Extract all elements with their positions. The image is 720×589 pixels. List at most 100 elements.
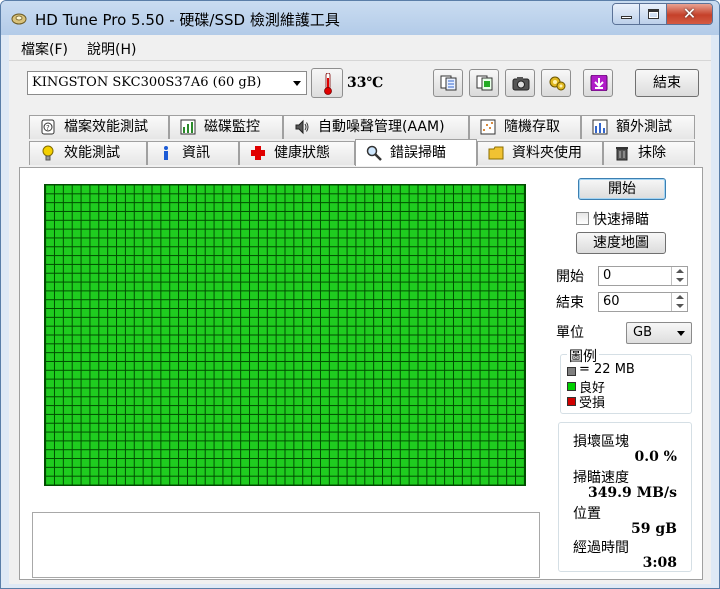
- scan-block-cell: [320, 414, 329, 423]
- scan-block-cell: [276, 256, 285, 264]
- copy-all-button[interactable]: [469, 69, 499, 97]
- scan-block-cell: [507, 194, 516, 203]
- scan-block-cell: [241, 476, 250, 485]
- scan-block-cell: [312, 423, 320, 432]
- scan-block-cell: [134, 459, 143, 467]
- scan-block-cell: [72, 361, 81, 370]
- scan-block-cell: [108, 256, 117, 264]
- scan-block-cell: [507, 238, 516, 247]
- scan-block-cell: [374, 335, 383, 344]
- tab-disk-monitor[interactable]: 磁碟監控: [169, 115, 283, 139]
- quick-scan-checkbox[interactable]: [576, 212, 589, 225]
- scan-block-cell: [418, 273, 427, 282]
- scan-block-cell: [250, 264, 258, 273]
- tab-folder-usage[interactable]: 資料夾使用: [477, 141, 603, 165]
- scan-log-box[interactable]: [32, 512, 540, 578]
- exit-button[interactable]: 結束: [635, 69, 699, 97]
- tab-extra-tests[interactable]: 額外測試: [581, 115, 695, 139]
- scan-block-cell: [312, 335, 320, 344]
- scan-block-cell: [303, 282, 312, 291]
- scan-block-cell: [134, 317, 143, 326]
- scan-block-cell: [329, 344, 338, 353]
- scan-speed-value: 349.9 MB/s: [587, 485, 677, 501]
- scan-block-cell: [223, 264, 232, 273]
- options-button[interactable]: [541, 69, 571, 97]
- scan-block-cell: [294, 211, 303, 220]
- tab-erase[interactable]: 抹除: [603, 141, 695, 165]
- scan-block-cell: [223, 194, 232, 203]
- scan-block-cell: [170, 220, 179, 229]
- scan-block-cell: [418, 326, 427, 335]
- start-position-input[interactable]: 0: [598, 266, 688, 286]
- start-scan-button[interactable]: 開始: [578, 178, 666, 200]
- scan-block-cell: [179, 256, 187, 264]
- title-bar[interactable]: HD Tune Pro 5.50 - 硬碟/SSD 檢測維護工具 ✕: [1, 1, 719, 35]
- tab-benchmark[interactable]: 效能測試: [29, 141, 147, 165]
- scan-block-cell: [374, 388, 383, 397]
- scan-block-cell: [161, 353, 170, 361]
- scan-block-cell: [391, 291, 400, 300]
- scan-block-cell: [462, 247, 471, 256]
- scan-block-cell: [445, 423, 453, 432]
- tab-file-benchmark[interactable]: ? 檔案效能測試: [29, 115, 169, 139]
- copy-info-button[interactable]: [433, 69, 463, 97]
- scan-block-cell: [90, 397, 99, 406]
- scan-block-cell: [391, 256, 400, 264]
- tab-aam[interactable]: 自動噪聲管理(AAM): [283, 115, 469, 139]
- scan-block-cell: [338, 379, 347, 388]
- scan-block-cell: [223, 203, 232, 211]
- tab-info[interactable]: 資訊: [147, 141, 239, 165]
- scan-block-cell: [374, 300, 383, 309]
- start-position-spinner[interactable]: [671, 267, 687, 285]
- scan-block-cell: [383, 326, 391, 335]
- scan-block-cell: [99, 326, 108, 335]
- scan-block-cell: [374, 353, 383, 361]
- scan-block-cell: [143, 238, 152, 247]
- scan-block-cell: [90, 220, 99, 229]
- scan-block-cell: [338, 450, 347, 459]
- close-button[interactable]: ✕: [667, 4, 712, 24]
- scan-block-cell: [276, 370, 285, 379]
- scan-block-cell: [81, 317, 90, 326]
- scan-block-cell: [391, 326, 400, 335]
- scan-block-map: [44, 184, 526, 486]
- scan-block-cell: [347, 282, 356, 291]
- menu-help[interactable]: 說明(H): [87, 39, 136, 59]
- scan-block-cell: [400, 388, 409, 397]
- scan-block-cell: [347, 441, 356, 450]
- scan-block-cell: [409, 450, 418, 459]
- scan-block-cell: [276, 379, 285, 388]
- scan-block-cell: [125, 450, 134, 459]
- end-position-spinner[interactable]: [671, 293, 687, 311]
- scan-block-cell: [312, 211, 320, 220]
- scan-block-cell: [507, 353, 516, 361]
- scan-block-cell: [356, 353, 365, 361]
- scan-block-cell: [99, 291, 108, 300]
- scan-block-cell: [356, 335, 365, 344]
- scan-block-cell: [170, 326, 179, 335]
- tab-label: 健康狀態: [274, 145, 330, 161]
- maximize-button[interactable]: [640, 4, 667, 24]
- drive-select[interactable]: KINGSTON SKC300S37A6 (60 gB): [27, 71, 307, 95]
- tab-health[interactable]: 健康狀態: [239, 141, 355, 165]
- scan-block-cell: [276, 326, 285, 335]
- scan-block-cell: [161, 450, 170, 459]
- menu-file[interactable]: 檔案(F): [21, 39, 68, 59]
- scan-block-cell: [516, 406, 524, 414]
- tab-error-scan[interactable]: 錯誤掃瞄: [355, 139, 477, 166]
- scan-block-cell: [161, 344, 170, 353]
- unit-select[interactable]: GB: [626, 322, 692, 344]
- minimize-button[interactable]: [613, 4, 640, 24]
- scan-block-cell: [152, 326, 161, 335]
- screenshot-button[interactable]: [505, 69, 535, 97]
- scan-block-cell: [453, 300, 462, 309]
- speed-map-button[interactable]: 速度地圖: [576, 232, 666, 254]
- tab-random-access[interactable]: 隨機存取: [469, 115, 581, 139]
- scan-block-cell: [161, 414, 170, 423]
- scan-block-cell: [258, 185, 267, 194]
- scan-block-cell: [294, 441, 303, 450]
- end-position-input[interactable]: 60: [598, 292, 688, 312]
- scan-block-cell: [108, 397, 117, 406]
- temperature-button[interactable]: [311, 68, 343, 98]
- save-button[interactable]: [583, 69, 613, 97]
